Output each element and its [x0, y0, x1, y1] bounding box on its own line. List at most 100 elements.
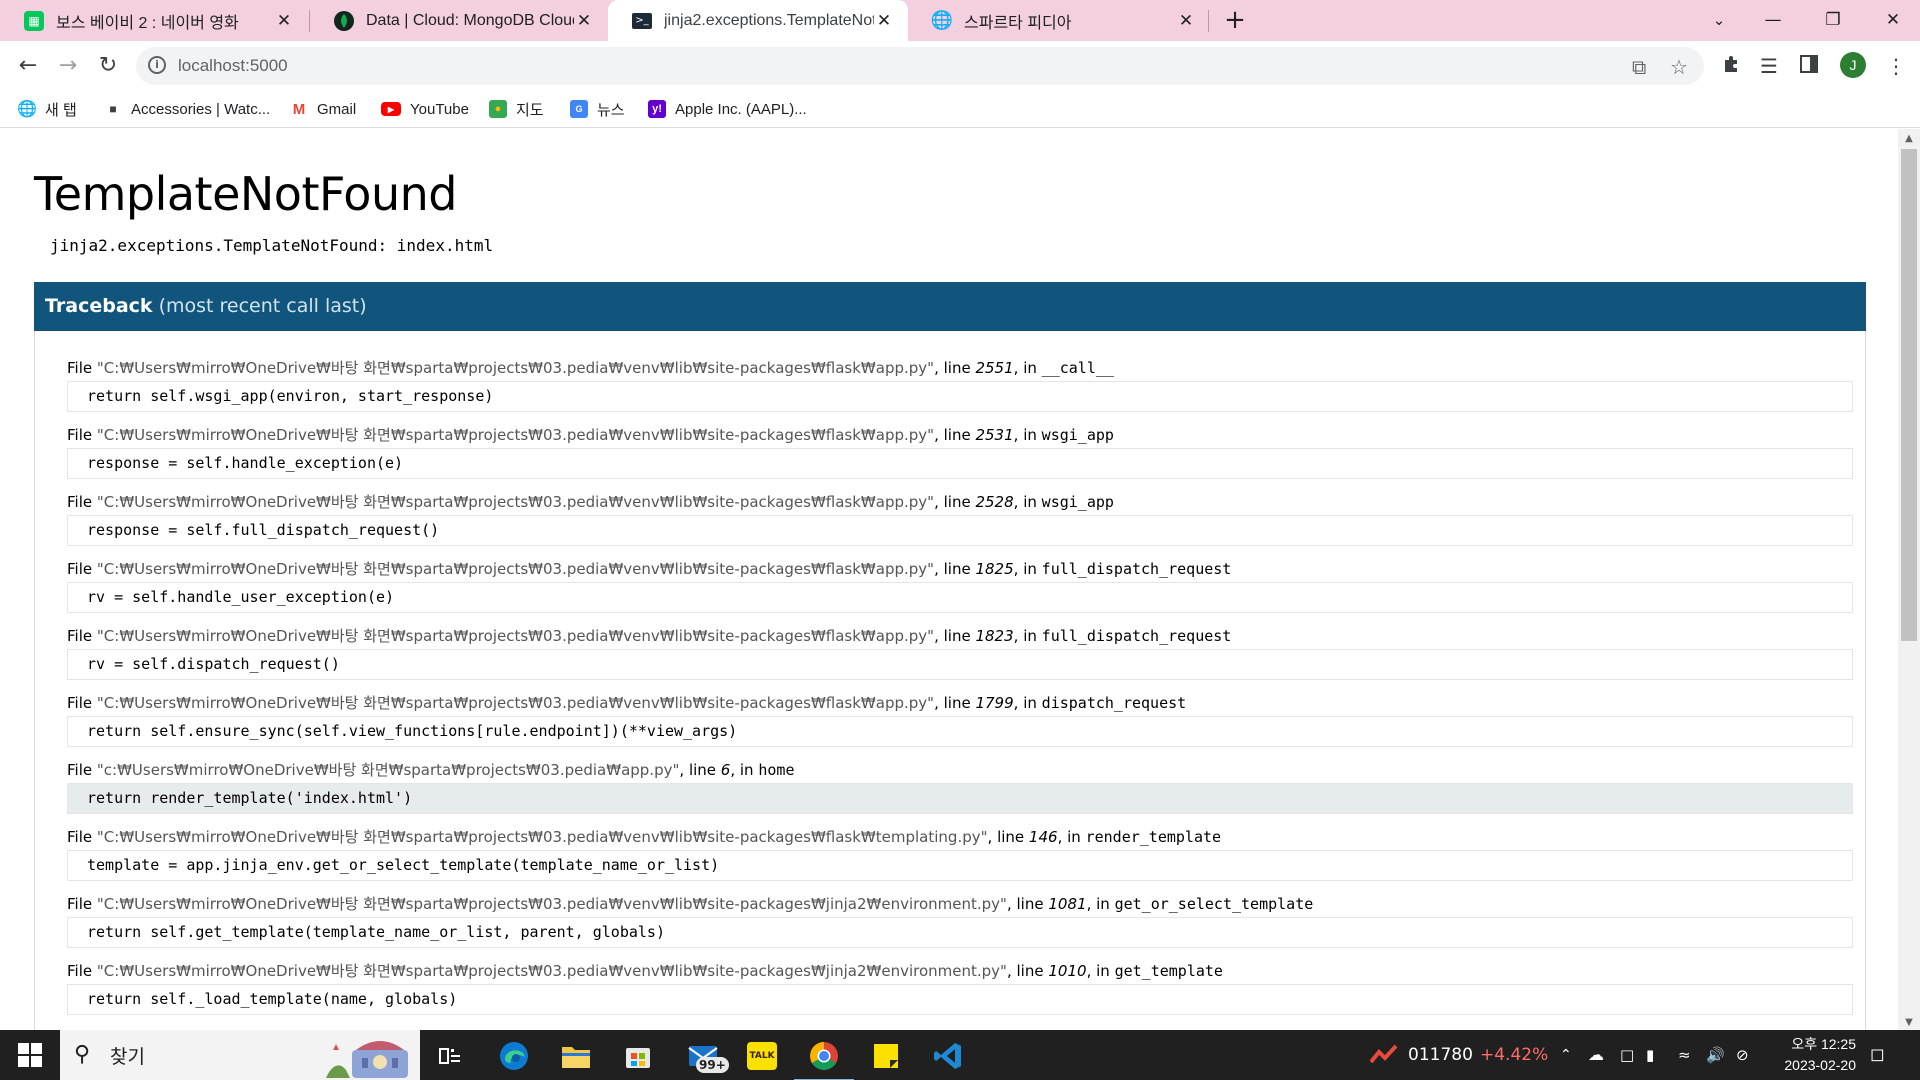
- close-icon[interactable]: ✕: [274, 11, 294, 31]
- address-bar[interactable]: i localhost:5000 ⧉ ☆: [136, 47, 1704, 85]
- frame-source-line[interactable]: response = self.full_dispatch_request(): [67, 515, 1853, 546]
- frame-filename: "C:₩Users₩mirro₩OneDrive₩바탕 화면₩sparta₩pr…: [96, 694, 935, 712]
- battery-icon[interactable]: ▮: [1646, 1030, 1654, 1080]
- tab-naver-movie[interactable]: ▦ 보스 베이비 2 : 네이버 영화 ✕: [0, 0, 308, 41]
- line-word: line: [1016, 895, 1044, 913]
- address-bar-url[interactable]: localhost:5000: [178, 56, 288, 76]
- frame-source-line[interactable]: rv = self.dispatch_request(): [67, 649, 1853, 680]
- stock-change[interactable]: +4.42%: [1480, 1030, 1548, 1080]
- frame-filename: "C:₩Users₩mirro₩OneDrive₩바탕 화면₩sparta₩pr…: [96, 962, 1007, 980]
- side-panel-icon[interactable]: [1800, 54, 1818, 78]
- close-icon[interactable]: ✕: [874, 11, 894, 31]
- line-word: line: [943, 426, 971, 444]
- maximize-button[interactable]: ❐: [1806, 0, 1860, 41]
- frame-line-number: 146: [1028, 828, 1058, 846]
- in-word: in: [1096, 895, 1110, 913]
- frame-source-line[interactable]: return render_template('index.html'): [67, 783, 1853, 814]
- frame-line-number: 2531: [975, 426, 1014, 444]
- frame-source-line[interactable]: return self._load_template(name, globals…: [67, 984, 1853, 1015]
- frame-function-name: get_template: [1114, 962, 1223, 980]
- taskbar-search-placeholder: 찾기: [110, 1046, 145, 1068]
- share-icon[interactable]: ⧉: [1632, 55, 1646, 79]
- scroll-up-arrow-icon[interactable]: ▲: [1898, 133, 1920, 144]
- frame-source-line[interactable]: return self.ensure_sync(self.view_functi…: [67, 716, 1853, 747]
- file-explorer-icon[interactable]: [558, 1038, 594, 1074]
- close-window-button[interactable]: ✕: [1866, 0, 1920, 41]
- frame-source-line[interactable]: return self.wsgi_app(environ, start_resp…: [67, 381, 1853, 412]
- device-icon[interactable]: □: [1620, 1030, 1634, 1080]
- show-hidden-icons-chevron-icon[interactable]: ⌃: [1560, 1030, 1572, 1080]
- windows-taskbar: ⚲ 찾기 99+ TALK 011780 +4.42% ⌃ ☁ □ ▮ ≈ 🔊 …: [0, 1030, 1920, 1080]
- close-icon[interactable]: ✕: [574, 11, 594, 31]
- tab-search-chevron-icon[interactable]: ⌄: [1692, 0, 1746, 41]
- sticky-notes-icon[interactable]: [868, 1038, 904, 1074]
- mail-unread-badge: 99+: [696, 1057, 729, 1073]
- ime-mode-icon[interactable]: ⊘: [1736, 1030, 1749, 1080]
- bookmark-youtube[interactable]: ▶ YouTube: [381, 96, 469, 122]
- tab-mongodb[interactable]: Data | Cloud: MongoDB Cloud ✕: [310, 0, 608, 41]
- mongodb-leaf-icon: [334, 10, 354, 31]
- site-info-icon[interactable]: i: [148, 56, 166, 74]
- new-tab-button[interactable]: +: [1220, 6, 1250, 36]
- bookmark-star-icon[interactable]: ☆: [1670, 55, 1688, 79]
- bookmark-apple-stock[interactable]: y! Apple Inc. (AAPL)...: [648, 96, 807, 122]
- notifications-icon[interactable]: ◻: [1870, 1030, 1885, 1080]
- file-word: File: [67, 895, 93, 913]
- chrome-icon[interactable]: [794, 1038, 854, 1080]
- bookmark-gmail[interactable]: M Gmail: [290, 96, 356, 122]
- forward-button[interactable]: →: [52, 50, 84, 82]
- windows-start-icon[interactable]: [12, 1042, 48, 1068]
- traceback-frame: File "C:₩Users₩mirro₩OneDrive₩바탕 화면₩spar…: [67, 960, 1853, 1015]
- minimize-button[interactable]: —: [1746, 0, 1800, 41]
- reload-button[interactable]: ↻: [92, 50, 124, 82]
- system-clock[interactable]: 오후 12:25 2023-02-20: [1758, 1034, 1856, 1076]
- frame-source-line[interactable]: template = app.jinja_env.get_or_select_t…: [67, 850, 1853, 881]
- bookmark-news[interactable]: G 뉴스: [570, 96, 625, 122]
- tab-jinja-error[interactable]: >_ jinja2.exceptions.TemplateNotFo ✕: [608, 0, 908, 41]
- traceback-header[interactable]: Traceback (most recent call last): [34, 282, 1866, 331]
- stock-widget-icon[interactable]: [1369, 1030, 1398, 1080]
- close-icon[interactable]: ✕: [1176, 11, 1196, 31]
- traceback-frame: File "C:₩Users₩mirro₩OneDrive₩바탕 화면₩spar…: [67, 558, 1853, 613]
- file-word: File: [67, 761, 93, 779]
- kakaotalk-icon[interactable]: TALK: [744, 1038, 780, 1074]
- frame-location: File "C:₩Users₩mirro₩OneDrive₩바탕 화면₩spar…: [67, 560, 1232, 578]
- volume-icon[interactable]: 🔊: [1706, 1030, 1725, 1080]
- traceback-label: Traceback: [45, 295, 153, 317]
- file-word: File: [67, 359, 93, 377]
- vscode-icon[interactable]: [930, 1038, 966, 1074]
- taskbar-search-box[interactable]: ⚲ 찾기: [60, 1030, 420, 1080]
- mail-icon[interactable]: 99+: [682, 1038, 729, 1074]
- page-scrollbar[interactable]: ▲ ▼: [1898, 129, 1920, 1030]
- frame-location: File "C:₩Users₩mirro₩OneDrive₩바탕 화면₩spar…: [67, 694, 1187, 712]
- file-word: File: [67, 694, 93, 712]
- scroll-down-arrow-icon[interactable]: ▼: [1898, 1017, 1920, 1028]
- tab-sparta-pedia[interactable]: 🌐 스파르타 피디아 ✕: [908, 0, 1210, 41]
- edge-browser-icon[interactable]: [496, 1038, 532, 1074]
- stock-code[interactable]: 011780: [1408, 1030, 1473, 1080]
- profile-avatar[interactable]: J: [1840, 52, 1866, 78]
- frame-source-line[interactable]: return self.get_template(template_name_o…: [67, 917, 1853, 948]
- frame-line-number: 1010: [1048, 962, 1087, 980]
- apple-icon: ■: [109, 102, 117, 116]
- more-menu-icon[interactable]: ⋮: [1886, 54, 1906, 78]
- frame-source-line[interactable]: response = self.handle_exception(e): [67, 448, 1853, 479]
- in-word: in: [1023, 627, 1037, 645]
- scrollbar-thumb[interactable]: [1901, 149, 1917, 641]
- traceback-frame: File "c:₩Users₩mirro₩OneDrive₩바탕 화면₩spar…: [67, 759, 1853, 814]
- wifi-icon[interactable]: ≈: [1678, 1030, 1691, 1080]
- bookmark-label: YouTube: [410, 100, 469, 118]
- extensions-puzzle-icon[interactable]: [1722, 54, 1742, 79]
- frame-line-number: 1799: [975, 694, 1014, 712]
- back-button[interactable]: ←: [12, 50, 44, 82]
- error-message: jinja2.exceptions.TemplateNotFound: inde…: [50, 236, 494, 255]
- bookmark-maps[interactable]: ● 지도: [489, 96, 544, 122]
- globe-icon: 🌐: [17, 101, 37, 118]
- bookmark-new-tab[interactable]: 🌐 새 탭: [17, 96, 77, 122]
- media-control-icon[interactable]: ☰: [1760, 54, 1778, 78]
- frame-source-line[interactable]: rv = self.handle_user_exception(e): [67, 582, 1853, 613]
- task-view-icon[interactable]: [432, 1038, 468, 1074]
- onedrive-icon[interactable]: ☁: [1588, 1030, 1604, 1080]
- microsoft-store-icon[interactable]: [620, 1038, 656, 1074]
- bookmark-accessories[interactable]: ■ Accessories | Watc...: [104, 96, 270, 122]
